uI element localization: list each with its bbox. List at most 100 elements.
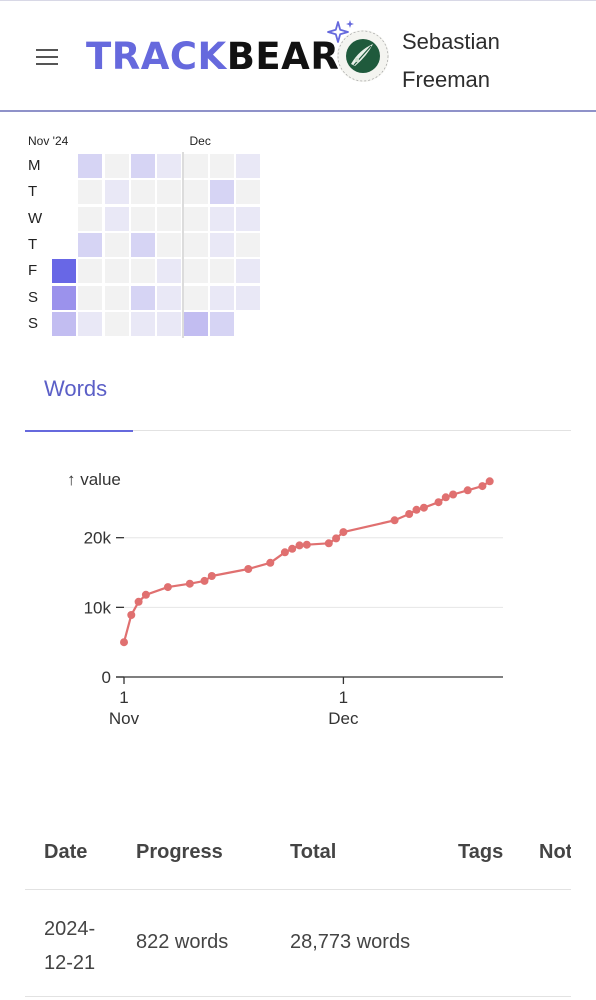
heatmap-cell[interactable]	[209, 285, 234, 310]
heatmap-cell[interactable]	[157, 259, 182, 284]
heatmap-cell[interactable]	[183, 259, 208, 284]
heatmap-cell[interactable]	[104, 259, 129, 284]
heatmap-cell[interactable]	[157, 311, 182, 336]
table-row-divider	[25, 996, 571, 997]
app-header: TRACKBEAR Sebastian Freeman	[0, 0, 596, 112]
heatmap-cell[interactable]	[236, 154, 261, 178]
heatmap-day-label: T	[28, 183, 38, 201]
hamburger-menu-icon[interactable]	[36, 47, 60, 67]
heatmap-cell[interactable]	[104, 285, 129, 310]
heatmap-cell[interactable]	[157, 154, 182, 178]
heatmap-cell[interactable]	[236, 232, 261, 257]
heatmap-month-label: Nov '24	[28, 134, 69, 148]
activity-heatmap: Nov '24 Dec M T W T F S S	[24, 134, 284, 344]
heatmap-cell[interactable]	[209, 311, 234, 336]
heatmap-cell[interactable]	[52, 285, 76, 310]
heatmap-cell[interactable]	[104, 180, 129, 205]
heatmap-cell[interactable]	[209, 232, 234, 257]
data-point	[185, 579, 194, 588]
data-point	[134, 597, 143, 606]
heatmap-cell[interactable]	[104, 232, 129, 257]
heatmap-cell[interactable]	[130, 311, 155, 336]
progress-chart: 0 10k 20k 1 Nov 1 Dec ↑ value	[0, 455, 596, 745]
heatmap-cell[interactable]	[78, 206, 103, 231]
heatmap-month-label: Dec	[189, 134, 211, 148]
table-header-divider	[25, 889, 571, 890]
heatmap-cell[interactable]	[157, 206, 182, 231]
heatmap-cell[interactable]	[209, 259, 234, 284]
heatmap-cell[interactable]	[157, 285, 182, 310]
heatmap-cell[interactable]	[130, 154, 155, 178]
trackbear-logo[interactable]: TRACKBEAR	[86, 35, 339, 79]
line-chart-svg: 0 10k 20k 1 Nov 1 Dec ↑ value	[67, 470, 503, 728]
heatmap-cell[interactable]	[157, 232, 182, 257]
heatmap-cell[interactable]	[130, 180, 155, 205]
x-tick-label: 1	[119, 688, 128, 707]
data-point	[266, 558, 275, 567]
data-point	[120, 638, 128, 647]
data-point	[478, 482, 487, 491]
heatmap-cell[interactable]	[104, 206, 129, 231]
heatmap-cell[interactable]	[130, 285, 155, 310]
measure-tabs: Words	[25, 362, 571, 432]
data-point	[288, 544, 297, 553]
heatmap-cell[interactable]	[52, 311, 76, 336]
heatmap-cell[interactable]	[183, 285, 208, 310]
data-point	[332, 534, 341, 543]
data-point	[207, 572, 216, 580]
user-avatar[interactable]	[337, 30, 389, 82]
heatmap-cell[interactable]	[130, 206, 155, 231]
heatmap-cell[interactable]	[104, 154, 129, 178]
heatmap-cell[interactable]	[236, 180, 261, 205]
data-point	[302, 540, 311, 549]
column-header-notes[interactable]: Notes	[539, 841, 571, 864]
heatmap-cell[interactable]	[209, 180, 234, 205]
heatmap-cell[interactable]	[183, 180, 208, 205]
data-point	[434, 498, 443, 507]
heatmap-cell[interactable]	[78, 180, 103, 205]
heatmap-cell[interactable]	[183, 232, 208, 257]
heatmap-cell[interactable]	[78, 285, 103, 310]
data-point	[449, 490, 458, 499]
heatmap-day-label: F	[28, 262, 38, 280]
data-point	[244, 565, 253, 573]
heatmap-cell[interactable]	[78, 232, 103, 257]
heatmap-cell[interactable]	[183, 206, 208, 231]
heatmap-cell[interactable]	[209, 206, 234, 231]
column-header-progress[interactable]: Progress	[136, 841, 223, 864]
logo-part-track: TRACK	[86, 35, 227, 78]
heatmap-cell[interactable]	[130, 259, 155, 284]
heatmap-cell[interactable]	[236, 206, 261, 231]
data-point	[280, 548, 289, 557]
data-point	[200, 576, 209, 585]
heatmap-cell[interactable]	[183, 311, 208, 336]
heatmap-cell[interactable]	[52, 259, 76, 284]
heatmap-cell[interactable]	[78, 154, 103, 178]
y-tick-label: 0	[102, 668, 111, 687]
column-header-total[interactable]: Total	[290, 841, 336, 864]
logo-part-bear: BEAR	[226, 35, 340, 78]
cell-date-line2: 12-21	[44, 952, 96, 974]
user-name[interactable]: Sebastian Freeman	[402, 23, 500, 99]
column-header-date[interactable]: Date	[44, 841, 87, 864]
column-header-tags[interactable]: Tags	[458, 841, 503, 864]
heatmap-cell[interactable]	[236, 259, 261, 284]
data-point	[463, 486, 472, 495]
y-axis-label: ↑ value	[67, 470, 121, 489]
tab-words[interactable]: Words	[25, 362, 133, 432]
heatmap-cell[interactable]	[209, 154, 234, 178]
heatmap-cell[interactable]	[157, 180, 182, 205]
heatmap-cell[interactable]	[78, 311, 103, 336]
cell-date-line1: 2024-	[44, 918, 96, 940]
heatmap-cell[interactable]	[236, 285, 261, 310]
heatmap-cell[interactable]	[78, 259, 103, 284]
heatmap-cell[interactable]	[104, 311, 129, 336]
data-point	[419, 503, 428, 512]
cell-progress: 822 words	[136, 931, 229, 953]
heatmap-cell[interactable]	[130, 232, 155, 257]
heatmap-cell[interactable]	[183, 154, 208, 178]
data-point	[339, 528, 348, 537]
data-point	[163, 583, 172, 592]
data-point	[405, 510, 414, 518]
x-tick-month-label: Nov	[109, 709, 140, 728]
